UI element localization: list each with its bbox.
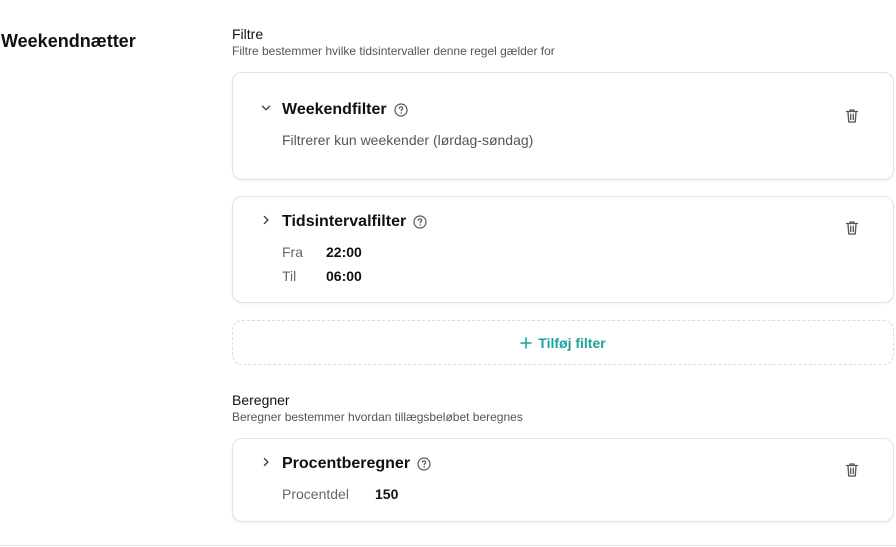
calculator-card-title: Procentberegner xyxy=(282,455,431,473)
filter-description: Filtrerer kun weekender (lørdag-søndag) xyxy=(282,132,534,148)
filter-card-title: Tidsintervalfilter xyxy=(282,213,427,231)
field-label-percent: Procentdel xyxy=(282,486,349,502)
calculator-subtitle: Beregner bestemmer hvordan tillægsbeløbe… xyxy=(232,410,523,424)
section-divider xyxy=(0,545,896,546)
filter-card-title: Weekendfilter xyxy=(282,101,408,119)
filter-card-weekend: Weekendfilter Filtrerer kun weekender (l… xyxy=(232,72,894,180)
calculator-card-percent: Procentberegner Procentdel 150 xyxy=(232,438,894,522)
chevron-right-icon[interactable] xyxy=(261,457,271,467)
trash-icon[interactable] xyxy=(845,220,859,236)
field-value-from: 22:00 xyxy=(326,244,362,260)
filter-card-time-interval: Tidsintervalfilter Fra 22:00 Til 06:00 xyxy=(232,196,894,303)
trash-icon[interactable] xyxy=(845,462,859,478)
plus-icon xyxy=(520,336,533,349)
rule-title: Weekendnætter xyxy=(1,31,136,51)
help-circle-icon[interactable] xyxy=(413,215,427,229)
filter-title-text: Weekendfilter xyxy=(282,101,387,118)
field-value-to: 06:00 xyxy=(326,268,362,284)
field-label-to: Til xyxy=(282,268,297,284)
help-circle-icon[interactable] xyxy=(394,103,408,117)
filters-title: Filtre xyxy=(232,26,264,42)
calculator-title: Beregner xyxy=(232,392,290,408)
chevron-right-icon[interactable] xyxy=(261,215,271,225)
field-label-from: Fra xyxy=(282,244,303,260)
chevron-down-icon[interactable] xyxy=(261,103,271,113)
trash-icon[interactable] xyxy=(845,108,859,124)
add-filter-label: Tilføj filter xyxy=(538,334,606,351)
filter-title-text: Tidsintervalfilter xyxy=(282,213,407,230)
help-circle-icon[interactable] xyxy=(417,457,431,471)
field-value-percent: 150 xyxy=(375,486,399,502)
calculator-title-text: Procentberegner xyxy=(282,455,411,472)
add-filter-button[interactable]: Tilføj filter xyxy=(232,320,894,365)
filters-subtitle: Filtre bestemmer hvilke tidsintervaller … xyxy=(232,44,555,58)
